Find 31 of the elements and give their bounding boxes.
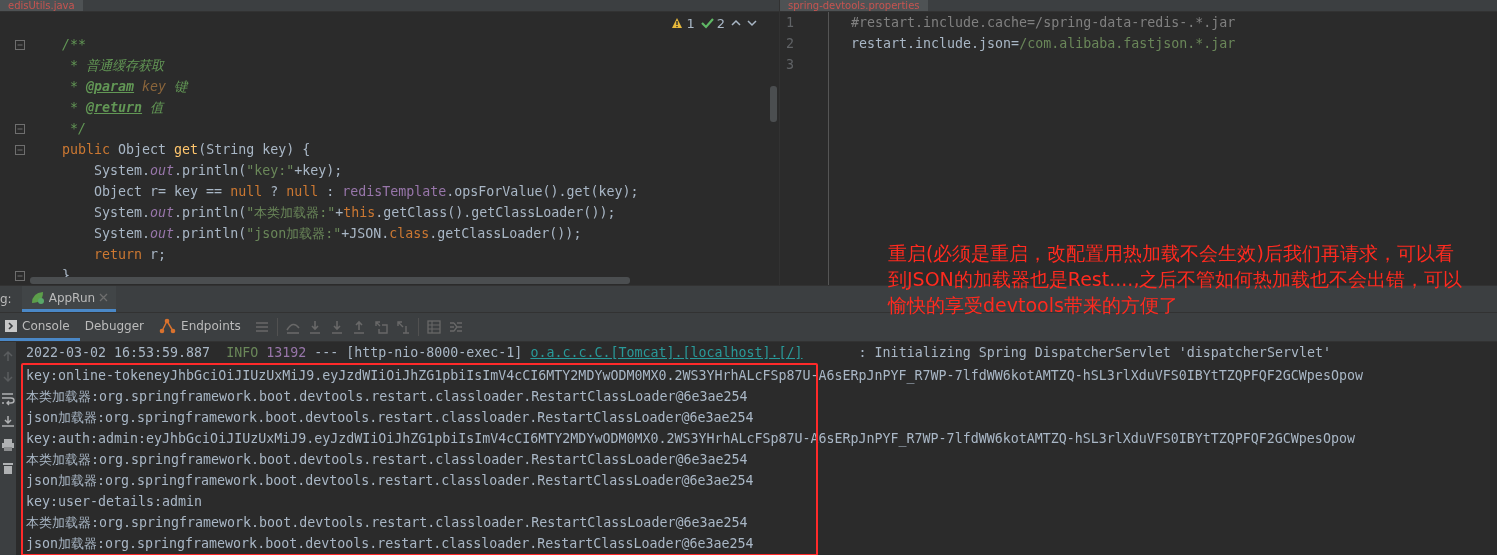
- console-line: json加载器:org.springframework.boot.devtools.restart.classloader.RestartClassLoader@6e3ae254: [26, 409, 754, 427]
- console-line: json加载器:org.springframework.boot.devtools.restart.classloader.RestartClassLoader@6e3ae254: [26, 535, 754, 553]
- console-line: 本类加载器:org.springframework.boot.devtools.restart.classloader.RestartClassLoader@6e3ae254: [26, 514, 748, 532]
- code-line: #restart.include.cache=/spring-data-redis-.*.jar: [850, 14, 1237, 32]
- code-line: * @param key 键: [69, 78, 190, 96]
- code-line: restart.include.json=/com.alibaba.fastjson.*.jar: [850, 35, 1237, 53]
- panel-tab[interactable]: Endpoints: [154, 313, 251, 341]
- code-line: public Object get(String key) {: [61, 141, 312, 159]
- console-line: key:user-details:admin: [26, 493, 203, 511]
- console-line: json加载器:org.springframework.boot.devtools.restart.classloader.RestartClassLoader@6e3ae254: [26, 472, 754, 490]
- console-line: 本类加载器:org.springframework.boot.devtools.restart.classloader.RestartClassLoader@6e3ae254: [26, 451, 748, 469]
- code-line: /**: [61, 36, 88, 54]
- code-line: */: [69, 120, 88, 138]
- code-line: * @return 值: [69, 99, 166, 117]
- line-number: 2: [785, 35, 795, 53]
- code-line: Object r= key == null ? null : redisTemplate.opsForValue().get(key);: [93, 183, 640, 201]
- console-line: 2022-03-02 16:53:59.887 INFO 13192 --- [http-nio-8000-exec-1] o.a.c.c.C.[Tomcat].[localhost].[/] : Initializing Spring DispatcherServlet 'dispatcherServlet': [26, 344, 1331, 362]
- line-number: 1: [785, 14, 795, 32]
- passed-count: 2: [716, 15, 725, 31]
- code-line: System.out.println("json加载器:"+JSON.class.getClassLoader());: [93, 225, 583, 243]
- warning-count: 1: [686, 15, 695, 31]
- code-line: * 普通缓存获取: [69, 57, 166, 75]
- panel-tab[interactable]: Debugger: [79, 313, 155, 341]
- line-number: 3: [785, 56, 795, 74]
- annotation-note: 重启(必须是重启，改配置用热加载不会生效)后我们再请求，可以看到JSON的加载器也是Rest....,之后不管如何热加载也不会出错，可以愉快的享受devtools带来的方便了: [888, 241, 1464, 318]
- console-line: 本类加载器:org.springframework.boot.devtools.restart.classloader.RestartClassLoader@6e3ae254: [26, 388, 748, 406]
- panel-label: g:: [0, 291, 13, 308]
- code-line: return r;: [93, 246, 168, 264]
- run-config-tab[interactable]: AppRun: [21, 286, 117, 312]
- code-line: System.out.println("本类加载器:"+this.getClass().getClassLoader());: [93, 204, 617, 222]
- code-line: System.out.println("key:"+key);: [93, 162, 344, 180]
